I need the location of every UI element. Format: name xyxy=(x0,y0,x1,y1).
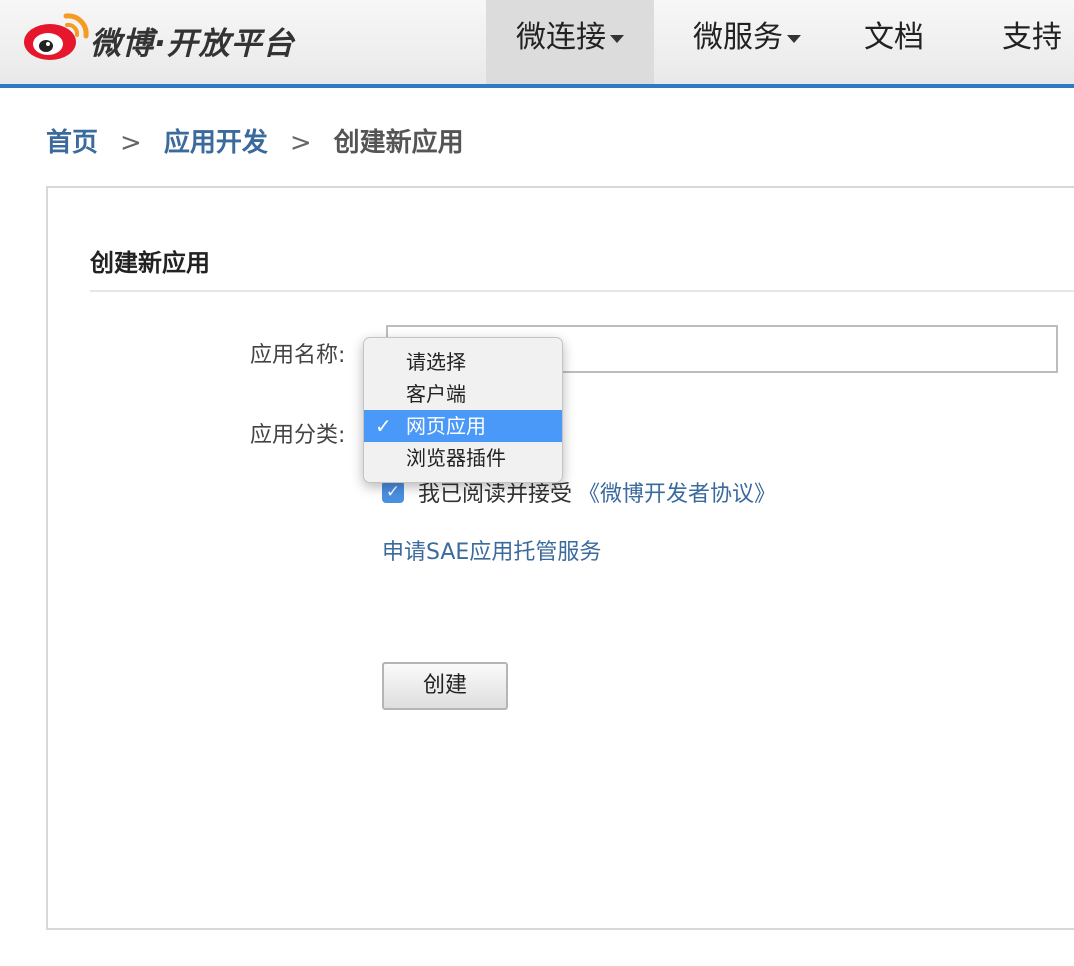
nav-support-label: 支持 xyxy=(1002,20,1062,55)
category-option-browser-plugin[interactable]: 浏览器插件 xyxy=(364,442,562,474)
breadcrumb-separator: > xyxy=(289,128,312,158)
agree-text: 我已阅读并接受 xyxy=(418,482,573,507)
category-option-client[interactable]: 客户端 xyxy=(364,378,562,410)
option-label: 浏览器插件 xyxy=(406,446,506,470)
category-option-please-select[interactable]: 请选择 xyxy=(364,346,562,378)
caret-down-icon xyxy=(610,34,624,43)
top-navigation-bar: 微博·开放平台 微连接 微服务 文档 支持 xyxy=(0,0,1074,88)
option-label: 客户端 xyxy=(406,382,466,406)
developer-agreement-link[interactable]: 《微博开发者协议》 xyxy=(578,482,776,507)
app-category-label: 应用分类: xyxy=(250,423,346,448)
breadcrumb-home-link[interactable]: 首页 xyxy=(46,128,98,158)
nav-weifuwu-label: 微服务 xyxy=(693,20,783,55)
checkmark-icon: ✓ xyxy=(385,482,401,502)
nav-weilianjie[interactable]: 微连接 xyxy=(486,0,654,84)
create-button[interactable]: 创建 xyxy=(382,662,508,710)
nav-support[interactable]: 支持 xyxy=(986,0,1074,84)
logo-text: 微博·开放平台 xyxy=(90,26,295,62)
create-app-panel: 创建新应用 应用名称: 应用分类: ✓ 我已阅读并接受 《微博开发者协议》 申请SA… xyxy=(46,186,1074,930)
checkmark-icon: ✓ xyxy=(375,414,392,438)
breadcrumb-app-dev-link[interactable]: 应用开发 xyxy=(164,128,268,158)
nav-docs-label: 文档 xyxy=(864,20,924,55)
sae-hosting-link[interactable]: 申请SAE应用托管服务 xyxy=(382,534,601,566)
panel-divider xyxy=(90,290,1074,292)
app-category-dropdown[interactable]: 请选择 客户端 ✓ 网页应用 浏览器插件 xyxy=(363,337,563,483)
panel-title: 创建新应用 xyxy=(90,249,210,277)
app-name-label: 应用名称: xyxy=(250,343,346,368)
breadcrumb-separator: > xyxy=(120,128,142,158)
nav-weilianjie-label: 微连接 xyxy=(516,20,606,55)
nav-weifuwu[interactable]: 微服务 xyxy=(672,0,822,84)
nav-docs[interactable]: 文档 xyxy=(844,0,944,84)
option-label: 请选择 xyxy=(406,350,466,374)
agree-checkbox[interactable]: ✓ xyxy=(382,481,404,503)
weibo-open-platform-logo[interactable]: 微博·开放平台 xyxy=(22,8,322,64)
caret-down-icon xyxy=(787,34,801,43)
breadcrumb-current: 创建新应用 xyxy=(333,128,464,158)
category-option-web-app[interactable]: ✓ 网页应用 xyxy=(364,410,562,442)
option-label: 网页应用 xyxy=(406,414,486,438)
weibo-logo-icon xyxy=(24,13,89,60)
breadcrumb: 首页 > 应用开发 > 创建新应用 xyxy=(46,122,464,159)
